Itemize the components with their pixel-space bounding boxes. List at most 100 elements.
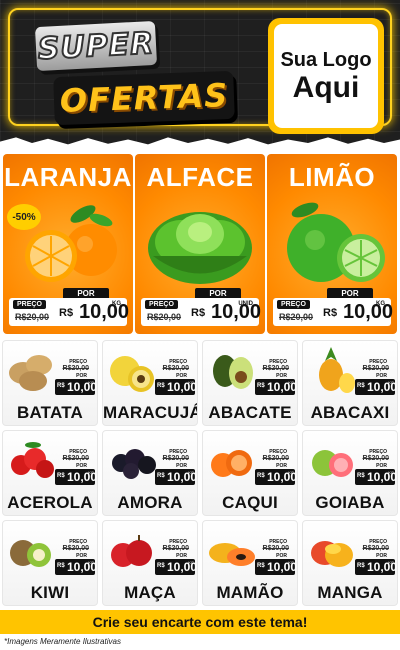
currency: R$	[323, 307, 338, 319]
price-box: R$ 10,00 KG	[55, 379, 97, 395]
featured-row: LARANJA -50% POR PREÇO R$20,00 R$ 10,00 …	[0, 150, 400, 338]
product-card[interactable]: PREÇO R$20,00 POR R$ 10,00 KG BATATA	[2, 340, 98, 426]
featured-title: ALFACE	[146, 162, 254, 192]
price-box: R$ 10,00 KG	[355, 379, 397, 395]
old-price: R$20,00	[62, 545, 89, 552]
old-price: R$20,00	[62, 365, 89, 372]
product-name: GOIABA	[315, 493, 385, 512]
product-card[interactable]: PREÇO R$20,00 POR R$ 10,00 KG KIWI	[2, 520, 98, 606]
avocado-icon	[213, 355, 253, 389]
preco-label: PREÇO	[13, 300, 46, 309]
mini-price-tag: PREÇO R$20,00 POR R$ 10,00 KG	[155, 359, 197, 397]
mini-price-tag: PREÇO R$20,00 POR R$ 10,00 KG	[355, 449, 397, 487]
apple-icon	[111, 535, 152, 567]
price-body: PREÇO R$20,00 R$ 10,00 UNID	[141, 298, 262, 326]
price-value: 10,00	[211, 301, 262, 323]
torn-paper-edge	[0, 137, 400, 148]
product-name: ABACATE	[208, 403, 292, 422]
product-name: KIWI	[30, 583, 70, 602]
price-unit: KG	[112, 301, 121, 307]
product-name: MAMÃO	[216, 583, 284, 602]
price-box: R$ 10,00 KG	[255, 379, 297, 395]
old-price: R$20,00	[262, 365, 289, 372]
currency: R$	[157, 383, 165, 389]
old-price: R$20,00	[162, 545, 189, 552]
product-card[interactable]: PREÇO R$20,00 POR R$ 10,00 KG ABACATE	[202, 340, 298, 426]
price-unit: KG	[388, 380, 394, 385]
price-body: PREÇO R$20,00 R$ 10,00 KG	[273, 298, 393, 326]
product-name: AMORA	[117, 493, 183, 512]
price-unit: KG	[188, 560, 194, 565]
product-card[interactable]: PREÇO R$20,00 POR R$ 10,00 KG MARACUJÁ	[102, 340, 198, 426]
product-card[interactable]: PREÇO R$20,00 POR R$ 10,00 KG CAQUI	[202, 430, 298, 516]
currency: R$	[357, 563, 365, 569]
ofertas-badge: OFERTAS	[53, 70, 235, 126]
price-box: R$ 10,00 KG	[55, 559, 97, 575]
mini-price-tag: PREÇO R$20,00 POR R$ 10,00 KG	[255, 359, 297, 397]
product-card[interactable]: PREÇO R$20,00 POR R$ 10,00 KG GOIABA	[302, 430, 398, 516]
super-badge: SUPER	[34, 20, 158, 72]
price-box: R$ 10,00 KG	[155, 469, 197, 485]
currency: R$	[257, 383, 265, 389]
price-unit: KG	[376, 301, 385, 307]
price-unit: KG	[88, 470, 94, 475]
product-name: ACEROLA	[7, 493, 93, 512]
potato-icon	[9, 355, 52, 391]
old-price: R$20,00	[62, 455, 89, 462]
product-card[interactable]: PREÇO R$20,00 POR R$ 10,00 KG MAÇA	[102, 520, 198, 606]
mini-price-tag: PREÇO R$20,00 POR R$ 10,00 KG	[355, 539, 397, 577]
currency: R$	[157, 563, 165, 569]
price-unit: KG	[88, 380, 94, 385]
featured-price-tag: POR PREÇO R$20,00 R$ 10,00 UNID	[141, 288, 262, 328]
price-unit: KG	[188, 470, 194, 475]
product-name: MAÇA	[124, 583, 176, 602]
price-box: R$ 10,00 KG	[255, 469, 297, 485]
old-price: R$20,00	[262, 545, 289, 552]
title-super: SUPER	[36, 24, 156, 67]
product-card[interactable]: PREÇO R$20,00 POR R$ 10,00 KG MAMÃO	[202, 520, 298, 606]
guava-icon	[312, 450, 353, 477]
currency: R$	[257, 563, 265, 569]
pineapple-icon	[319, 347, 355, 393]
product-card[interactable]: PREÇO R$20,00 POR R$ 10,00 KG AMORA	[102, 430, 198, 516]
price-body: PREÇO R$20,00 R$ 10,00 KG	[9, 298, 129, 326]
preco-label: PREÇO	[277, 300, 310, 309]
product-card[interactable]: PREÇO R$20,00 POR R$ 10,00 KG ACEROLA	[2, 430, 98, 516]
mini-price-tag: PREÇO R$20,00 POR R$ 10,00 KG	[55, 449, 97, 487]
product-name: MARACUJÁ	[103, 403, 198, 422]
product-card[interactable]: PREÇO R$20,00 POR R$ 10,00 KG ABACAXI	[302, 340, 398, 426]
logo-text-line1: Sua Logo	[280, 48, 372, 71]
featured-card-limao[interactable]: LIMÃO POR PREÇO R$20,00 R$ 10,00 KG	[267, 154, 397, 334]
price-unit: KG	[288, 560, 294, 565]
featured-title: LIMÃO	[288, 162, 376, 192]
currency: R$	[357, 383, 365, 389]
featured-card-laranja[interactable]: LARANJA -50% POR PREÇO R$20,00 R$ 10,00 …	[3, 154, 133, 334]
currency: R$	[257, 473, 265, 479]
currency: R$	[57, 383, 65, 389]
featured-title: LARANJA	[4, 162, 132, 192]
old-price: R$20,00	[162, 365, 189, 372]
old-price: R$20,00	[147, 312, 182, 322]
preco-label: PREÇO	[145, 300, 178, 309]
product-name: BATATA	[16, 403, 84, 422]
product-name: CAQUI	[222, 493, 278, 512]
mini-price-tag: PREÇO R$20,00 POR R$ 10,00 KG	[155, 449, 197, 487]
logo-inner: Sua Logo Aqui	[274, 24, 378, 128]
product-card[interactable]: PREÇO R$20,00 POR R$ 10,00 KG MANGA	[302, 520, 398, 606]
price-unit: UNID	[238, 301, 253, 307]
cta-banner[interactable]: Crie seu encarte com este tema!	[0, 610, 400, 634]
price-unit: KG	[88, 560, 94, 565]
price-box: R$ 10,00 KG	[155, 559, 197, 575]
product-name: MANGA	[317, 583, 383, 602]
price-unit: KG	[288, 380, 294, 385]
acerola-icon	[11, 442, 54, 478]
logo-placeholder[interactable]: Sua Logo Aqui	[268, 18, 384, 134]
currency: R$	[191, 307, 206, 319]
old-price: R$20,00	[162, 455, 189, 462]
blackberry-icon	[112, 449, 156, 479]
featured-card-alface[interactable]: ALFACE POR PREÇO R$20,00 R$ 10,00 UNID	[135, 154, 265, 334]
passion-fruit-icon	[110, 356, 154, 392]
price-box: R$ 10,00 KG	[255, 559, 297, 575]
product-name: ABACAXI	[310, 403, 390, 422]
price-unit: KG	[388, 470, 394, 475]
